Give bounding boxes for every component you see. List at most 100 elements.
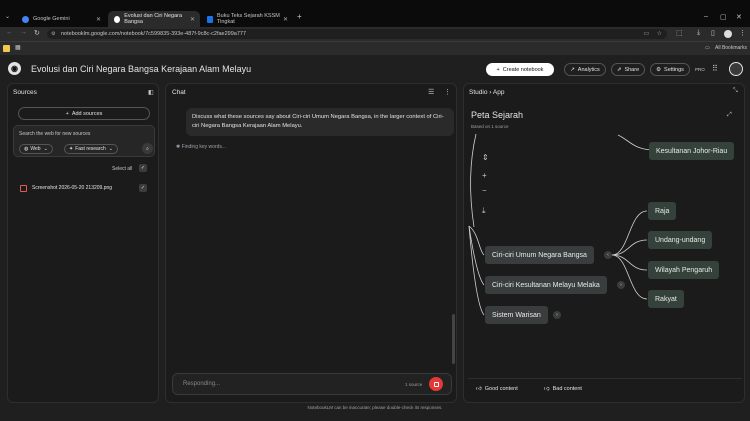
expand-chevron-icon[interactable]: › (553, 311, 561, 319)
close-icon[interactable]: ✕ (190, 16, 195, 23)
download-icon[interactable]: ⤓ (697, 29, 700, 37)
notebook-title[interactable]: Evolusi dan Ciri Negara Bangsa Kerajaan … (31, 64, 251, 74)
thumbs-down-icon: 👎︎ (544, 386, 550, 392)
close-icon[interactable]: ✕ (283, 16, 288, 23)
node-sistem-warisan[interactable]: Sistem Warisan (485, 306, 548, 324)
source-count: 1 source (405, 382, 423, 387)
notebooklm-favicon-icon (114, 15, 121, 23)
search-submit-icon[interactable]: ⌕ (142, 143, 153, 154)
cast-icon[interactable]: ▭ (643, 29, 649, 39)
trend-icon: ↗ (570, 66, 575, 73)
star-icon[interactable]: ☆ (657, 29, 662, 39)
stop-icon (433, 381, 439, 387)
maximize-icon[interactable]: ▢ (720, 13, 727, 21)
notebooklm-logo-icon[interactable]: ◉ (8, 62, 21, 75)
tab-buku-teks[interactable]: Buku Teks Sejarah KSSM Tingkat ✕ (201, 11, 293, 27)
node-ciri-kesultanan-melaka[interactable]: Ciri-ciri Kesultanan Melayu Melaka (485, 276, 607, 294)
bookmark-icon[interactable] (3, 45, 10, 52)
button-label: Add sources (71, 110, 103, 117)
good-content-button[interactable]: 👍︎ Good content (476, 386, 518, 392)
button-label: Settings (664, 66, 684, 73)
close-icon[interactable]: ✕ (96, 16, 101, 23)
node-rakyat[interactable]: Rakyat (648, 290, 684, 308)
web-selector[interactable]: ◍ Web ⌄ (19, 144, 53, 154)
chat-input[interactable]: Responding... 1 source (172, 373, 452, 395)
web-search-box[interactable]: Search the web for new sources ◍ Web ⌄ ✦… (13, 125, 155, 157)
user-message-bubble: Discuss what these sources say about Cir… (186, 108, 454, 136)
node-undang-undang[interactable]: Undang-undang (648, 231, 713, 249)
tab-label: Buku Teks Sejarah KSSM Tingkat (216, 13, 280, 25)
reload-icon[interactable]: ↻ (34, 29, 40, 37)
tab-google-gemini[interactable]: Google Gemini ✕ (16, 11, 106, 27)
minimize-icon[interactable]: – (704, 13, 708, 20)
research-selector[interactable]: ✦ Fast research ⌄ (64, 144, 118, 154)
account-avatar[interactable] (729, 62, 743, 76)
create-notebook-button[interactable]: + Create notebook (486, 63, 554, 76)
back-icon[interactable]: ← (6, 29, 13, 36)
expand-all-icon[interactable]: ⇕ (482, 153, 489, 162)
selector-label: Web (30, 146, 41, 152)
chat-panel: Chat ☰ ⋮ Discuss what these sources say … (165, 83, 457, 403)
plus-icon: + (65, 110, 69, 117)
node-raja[interactable]: Raja (648, 202, 677, 220)
gemini-favicon-icon (22, 15, 29, 23)
bookmarks-bar: ▦ ▭ All Bookmarks (0, 41, 750, 55)
menu-icon[interactable]: ⋮ (739, 29, 746, 37)
thumbs-up-icon: 👍︎ (476, 386, 482, 392)
collapse-panel-icon[interactable]: ◧ (148, 89, 154, 96)
chevron-down-icon: ⌄ (108, 146, 113, 152)
analytics-button[interactable]: ↗ Analytics (564, 63, 606, 76)
sparkle-icon: ✦ (69, 146, 74, 152)
browser-tab-bar: ⌄ Google Gemini ✕ Evolusi dan Ciri Negar… (0, 9, 750, 27)
tab-search-icon[interactable]: ⌄ (5, 13, 10, 20)
node-wilayah-pengaruh[interactable]: Wilayah Pengaruh (648, 261, 720, 279)
sources-panel: Sources ◧ + Add sources Search the web f… (7, 83, 159, 403)
chevron-down-icon: ⌄ (43, 146, 48, 152)
expand-chevron-icon[interactable]: › (617, 281, 625, 289)
tune-icon[interactable]: ☰ (428, 88, 434, 96)
selector-label: Fast research (75, 146, 106, 152)
apps-icon[interactable]: ▦ (15, 44, 21, 51)
button-label: Bad content (552, 386, 582, 392)
thinking-status: ✱ Finding key words... (176, 144, 226, 150)
extensions-icon[interactable]: ⬚ (676, 29, 683, 37)
button-label: Analytics (577, 66, 600, 73)
notebooklm-app: ◉ Evolusi dan Ciri Negara Bangsa Kerajaa… (0, 55, 750, 421)
sidebar-icon[interactable]: ▯ (711, 29, 715, 37)
source-item[interactable]: Screenshot 2026-05-20 213209.png ✓ (13, 182, 155, 195)
tab-notebooklm[interactable]: Evolusi dan Ciri Negara Bangsa ✕ (108, 11, 200, 27)
new-tab-icon[interactable]: + (297, 12, 302, 21)
more-vert-icon[interactable]: ⋮ (444, 88, 451, 96)
apps-grid-icon[interactable]: ⠿ (712, 64, 718, 73)
site-info-icon[interactable]: ⚙ (51, 29, 55, 39)
tab-label: Evolusi dan Ciri Negara Bangsa (124, 13, 183, 25)
bad-content-button[interactable]: 👎︎ Bad content (544, 386, 582, 392)
all-bookmarks-link[interactable]: All Bookmarks (715, 45, 747, 51)
pro-badge: PRO (695, 67, 705, 72)
button-label: Create notebook (502, 66, 544, 73)
source-checkbox[interactable]: ✓ (139, 184, 147, 192)
select-all-label[interactable]: Select all (112, 166, 132, 172)
profile-avatar[interactable] (724, 30, 732, 38)
download-map-icon[interactable]: ⤓ (482, 206, 486, 216)
url-text: notebooklm.google.com/notebook/7c599835-… (61, 31, 246, 37)
node-ciri-umum-negara-bangsa[interactable]: Ciri-ciri Umum Negara Bangsa (485, 246, 594, 264)
chat-scrollbar[interactable] (452, 314, 455, 364)
zoom-in-icon[interactable]: + (482, 171, 487, 180)
add-sources-button[interactable]: + Add sources (18, 107, 150, 120)
loading-icon: ✱ (176, 144, 181, 150)
settings-button[interactable]: ⚙ Settings (650, 63, 690, 76)
stop-button[interactable] (429, 377, 443, 391)
share-button[interactable]: ⇗ Share (611, 63, 645, 76)
url-field[interactable]: ⚙ notebooklm.google.com/notebook/7c59983… (47, 29, 667, 39)
image-file-icon (20, 185, 27, 192)
node-kesultanan-johor-riau[interactable]: Kesultanan Johor-Riau (649, 142, 735, 160)
button-label: Share (624, 66, 640, 73)
zoom-out-icon[interactable]: − (482, 186, 487, 195)
source-name: Screenshot 2026-05-20 213209.png (32, 185, 113, 191)
button-label: Good content (484, 386, 518, 392)
forward-icon[interactable]: → (20, 29, 27, 36)
close-window-icon[interactable]: ✕ (736, 13, 742, 21)
collapse-chevron-icon[interactable]: ‹ (604, 251, 612, 259)
select-all-checkbox[interactable]: ✓ (139, 164, 147, 172)
